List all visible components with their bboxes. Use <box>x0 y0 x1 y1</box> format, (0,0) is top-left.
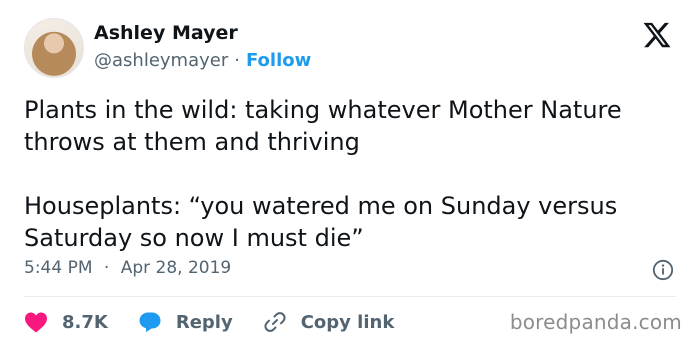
handle-row: @ashleymayer · Follow <box>94 50 311 71</box>
reply-button[interactable]: Reply <box>138 311 233 333</box>
separator-dot: · <box>234 50 240 71</box>
action-bar: 8.7K Reply Copy link <box>24 310 424 334</box>
heart-icon <box>25 312 47 333</box>
divider <box>24 296 676 297</box>
watermark: boredpanda.com <box>509 310 682 334</box>
copy-link-button[interactable]: Copy link <box>263 310 395 334</box>
tweet-timestamp[interactable]: 5:44 PM · Apr 28, 2019 <box>24 258 231 278</box>
like-count: 8.7K <box>62 311 108 333</box>
tweet-line-2: Houseplants: “you watered me on Sunday v… <box>24 192 618 252</box>
tweet-line-1: Plants in the wild: taking whatever Moth… <box>24 96 622 156</box>
author-handle[interactable]: @ashleymayer <box>94 50 228 71</box>
tweet-time: 5:44 PM <box>24 258 93 278</box>
author-name[interactable]: Ashley Mayer <box>94 22 238 44</box>
x-logo-icon[interactable] <box>642 20 672 50</box>
follow-button[interactable]: Follow <box>246 50 311 71</box>
like-button[interactable]: 8.7K <box>24 311 108 333</box>
tweet-date: Apr 28, 2019 <box>120 258 232 278</box>
reply-bubble-icon <box>139 312 161 332</box>
tweet-text: Plants in the wild: taking whatever Moth… <box>24 94 674 254</box>
reply-label: Reply <box>175 311 233 333</box>
timestamp-separator: · <box>103 258 110 278</box>
avatar[interactable] <box>24 18 84 78</box>
link-icon <box>264 312 286 332</box>
info-icon[interactable] <box>652 259 674 281</box>
copy-link-label: Copy link <box>300 311 395 333</box>
